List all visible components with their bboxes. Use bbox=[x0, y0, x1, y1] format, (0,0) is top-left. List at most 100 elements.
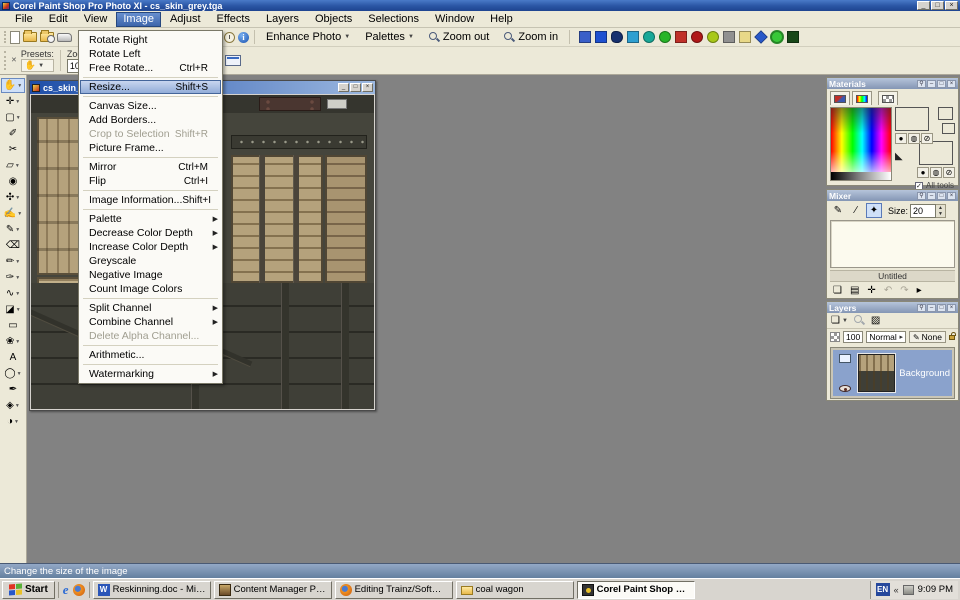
red-eye-tool[interactable]: ◉ bbox=[1, 174, 25, 189]
effect-icon[interactable] bbox=[659, 31, 671, 43]
spin-down-icon[interactable]: ▼ bbox=[936, 211, 945, 217]
minimize-palette-icon[interactable]: – bbox=[927, 304, 936, 312]
minimize-palette-icon[interactable]: – bbox=[927, 80, 936, 88]
effect-icon[interactable] bbox=[627, 31, 639, 43]
menubar-item-view[interactable]: View bbox=[77, 12, 115, 27]
background-swatch[interactable] bbox=[919, 141, 953, 165]
close-palette-icon[interactable]: × bbox=[947, 192, 956, 200]
flood-fill-tool[interactable]: ◈▼ bbox=[1, 398, 25, 413]
menubar-item-image[interactable]: Image bbox=[116, 12, 161, 27]
layers-titlebar[interactable]: Layers ⚲ – □ × bbox=[827, 302, 958, 313]
effect-icon[interactable] bbox=[771, 31, 783, 43]
tray-app-icon[interactable] bbox=[903, 585, 914, 595]
effect-icon[interactable] bbox=[787, 31, 799, 43]
menu-item-free-rotate[interactable]: Free Rotate...Ctrl+R bbox=[80, 61, 221, 75]
gradient-style-icon[interactable]: ◍ bbox=[930, 167, 942, 178]
rainbow-tab[interactable] bbox=[852, 91, 872, 105]
scratch-remover-tool[interactable]: ✎▼ bbox=[1, 222, 25, 237]
effect-icon[interactable] bbox=[707, 31, 719, 43]
effect-icon[interactable] bbox=[675, 31, 687, 43]
menu-item-mirror[interactable]: MirrorCtrl+M bbox=[80, 160, 221, 174]
taskbar-button-corel-paint-shop-pro[interactable]: Corel Paint Shop Pro ... bbox=[577, 581, 695, 599]
taskbar-button-editing-trainz-software[interactable]: Editing Trainz/Software ... bbox=[335, 581, 453, 599]
history-icon[interactable] bbox=[224, 32, 235, 43]
object-remover-tool[interactable]: ⌫ bbox=[1, 238, 25, 253]
layer-search-icon[interactable] bbox=[854, 315, 865, 326]
menu-item-rotate-left[interactable]: Rotate Left bbox=[80, 47, 221, 61]
internet-explorer-icon[interactable]: e bbox=[63, 583, 69, 596]
clone-brush-tool[interactable]: ✍▼ bbox=[1, 206, 25, 221]
layer-row-background[interactable]: Background bbox=[833, 350, 952, 396]
info-icon[interactable]: i bbox=[238, 32, 249, 43]
mixer-size-spinner[interactable]: 20 ▲▼ bbox=[910, 204, 946, 218]
language-indicator[interactable]: EN bbox=[876, 583, 890, 596]
makeover-tool[interactable]: ✣▼ bbox=[1, 190, 25, 205]
menu-item-split-channel[interactable]: Split Channel▶ bbox=[80, 301, 221, 315]
pin-icon[interactable]: ⚲ bbox=[917, 304, 926, 312]
menubar-item-effects[interactable]: Effects bbox=[210, 12, 257, 27]
menu-item-increase-color-depth[interactable]: Increase Color Depth▶ bbox=[80, 240, 221, 254]
zoom-in-button[interactable]: Zoom in bbox=[498, 29, 564, 45]
preset-shape-tool[interactable]: ◯▼ bbox=[1, 366, 25, 381]
picture-tube-tool[interactable]: ❀▼ bbox=[1, 334, 25, 349]
minimize-palette-icon[interactable]: – bbox=[927, 192, 936, 200]
doc-close-button[interactable]: × bbox=[362, 83, 373, 92]
pin-icon[interactable]: ⚲ bbox=[917, 192, 926, 200]
menu-item-image-information[interactable]: Image Information...Shift+I bbox=[80, 193, 221, 207]
menu-item-delete-alpha-channel[interactable]: Delete Alpha Channel... bbox=[80, 329, 221, 343]
scan-icon[interactable] bbox=[57, 33, 72, 42]
pen-tool[interactable]: ✒ bbox=[1, 382, 25, 397]
open-folder-icon[interactable] bbox=[23, 32, 37, 42]
color-changer-tool[interactable]: ◑▼ bbox=[1, 414, 25, 429]
eraser-tool[interactable]: ▭ bbox=[1, 318, 25, 333]
taskbar-button-reskinning-doc-microso[interactable]: WReskinning.doc - Microso... bbox=[93, 581, 211, 599]
menu-item-negative-image[interactable]: Negative Image bbox=[80, 268, 221, 282]
color-style-icon[interactable]: ● bbox=[917, 167, 929, 178]
dropper-tool[interactable]: ✐ bbox=[1, 126, 25, 141]
full-screen-icon[interactable] bbox=[225, 55, 241, 66]
background-mini-swatch[interactable] bbox=[942, 123, 955, 134]
effect-icon[interactable] bbox=[611, 31, 623, 43]
mixer-brush-icon[interactable]: ✎ bbox=[830, 203, 846, 218]
paint-brush-tool[interactable]: ✏▼ bbox=[1, 254, 25, 269]
unmix-icon[interactable]: ↶ bbox=[884, 285, 892, 296]
menubar-item-help[interactable]: Help bbox=[483, 12, 520, 27]
menubar-item-objects[interactable]: Objects bbox=[308, 12, 359, 27]
menu-item-add-borders[interactable]: Add Borders... bbox=[80, 113, 221, 127]
palette-knife-icon[interactable]: ∕ bbox=[848, 203, 864, 218]
pan-mixer-icon[interactable]: ✛ bbox=[867, 285, 875, 296]
transparent-toggle-icon[interactable]: ◣ bbox=[895, 151, 903, 162]
gradient-style-icon[interactable]: ◍ bbox=[908, 133, 920, 144]
effect-icon[interactable] bbox=[723, 31, 735, 43]
zoom-out-button[interactable]: Zoom out bbox=[423, 29, 495, 45]
layer-thumbnail[interactable] bbox=[858, 354, 895, 392]
pan-tool[interactable]: ✋▼ bbox=[1, 78, 25, 93]
frame-tab[interactable] bbox=[830, 91, 850, 105]
close-button[interactable]: × bbox=[945, 1, 958, 10]
maximize-palette-icon[interactable]: □ bbox=[937, 304, 946, 312]
menu-item-greyscale[interactable]: Greyscale bbox=[80, 254, 221, 268]
paint-tube-icon[interactable]: ✦ bbox=[866, 203, 882, 218]
new-layer-button[interactable]: ❏▼ bbox=[831, 315, 848, 326]
blend-mode-dropdown[interactable]: Normal ▸ bbox=[866, 331, 906, 343]
close-toolbar-icon[interactable]: ✕ bbox=[11, 57, 17, 65]
start-button[interactable]: Start bbox=[2, 581, 55, 599]
crop-tool[interactable]: ✂ bbox=[1, 142, 25, 157]
layer-opacity-value[interactable]: 100 bbox=[843, 331, 863, 343]
menu-item-crop-to-selection[interactable]: Crop to SelectionShift+R bbox=[80, 127, 221, 141]
doc-minimize-button[interactable]: _ bbox=[338, 83, 349, 92]
background-eraser-tool[interactable]: ◪▼ bbox=[1, 302, 25, 317]
close-palette-icon[interactable]: × bbox=[947, 80, 956, 88]
menubar-item-selections[interactable]: Selections bbox=[361, 12, 426, 27]
minimize-button[interactable]: _ bbox=[917, 1, 930, 10]
effect-icon[interactable] bbox=[643, 31, 655, 43]
text-tool[interactable]: A bbox=[1, 350, 25, 365]
menu-item-combine-channel[interactable]: Combine Channel▶ bbox=[80, 315, 221, 329]
menubar-item-window[interactable]: Window bbox=[428, 12, 481, 27]
effect-icon[interactable] bbox=[691, 31, 703, 43]
menubar-item-edit[interactable]: Edit bbox=[42, 12, 75, 27]
straighten-tool[interactable]: ▱▼ bbox=[1, 158, 25, 173]
airbrush-tool[interactable]: ✑▼ bbox=[1, 270, 25, 285]
load-mixer-page-icon[interactable]: ▤ bbox=[850, 285, 859, 296]
mixer-size-value[interactable]: 20 bbox=[910, 204, 936, 218]
